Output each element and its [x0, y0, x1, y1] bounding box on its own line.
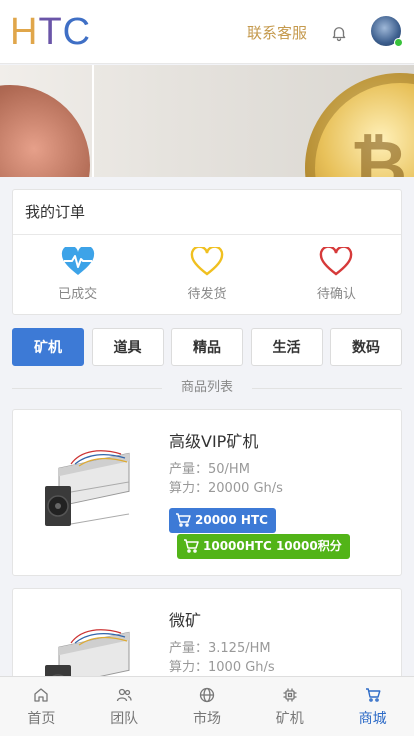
order-pending-shipment[interactable]: 待发货 — [142, 235, 271, 315]
tab-digital[interactable]: 数码 — [330, 328, 402, 366]
heart-outline-icon — [190, 247, 224, 276]
copper-coin-image — [0, 85, 90, 177]
bitcoin-symbol-icon: ₿ — [350, 125, 408, 177]
nav-market[interactable]: 市场 — [166, 677, 249, 736]
app-header: HTC 联系客服 — [0, 0, 414, 64]
tab-miner[interactable]: 矿机 — [12, 328, 84, 366]
product-name: 微矿 — [169, 611, 202, 630]
nav-home[interactable]: 首页 — [0, 677, 83, 736]
heart-outline-icon — [320, 247, 353, 276]
bitcoin-banner[interactable]: ₿ — [0, 65, 414, 177]
buy-with-points-button[interactable]: 10000HTC 10000积分 — [177, 534, 350, 559]
product-name: 高级VIP矿机 — [169, 432, 259, 451]
miner-icon — [283, 688, 297, 702]
cart-icon — [184, 538, 199, 553]
product-output: 产量：3.125/HM — [169, 641, 271, 656]
buy-with-htc-button[interactable]: 20000 HTC — [169, 508, 276, 533]
product-output: 产量：50/HM — [169, 462, 250, 477]
htc-logo[interactable]: HTC — [10, 12, 91, 52]
product-hashrate: 算力：1000 Gh/s — [169, 660, 275, 675]
cart-icon — [365, 688, 381, 702]
order-pending-confirm[interactable]: 待确认 — [272, 235, 401, 315]
online-status-dot — [394, 38, 403, 47]
cart-icon — [176, 512, 191, 527]
nav-miner[interactable]: 矿机 — [248, 677, 331, 736]
order-completed[interactable]: 已成交 — [13, 235, 142, 315]
tab-life[interactable]: 生活 — [250, 328, 323, 366]
nav-mall[interactable]: 商城 — [331, 677, 414, 736]
category-tabs: 矿机 道具 精品 生活 数码 — [12, 328, 402, 366]
bell-icon[interactable] — [330, 24, 348, 42]
home-icon — [34, 688, 49, 702]
product-card[interactable]: 高级VIP矿机 产量：50/HM 算力：20000 Gh/s 20000 HTC… — [12, 409, 402, 576]
team-icon — [117, 688, 132, 702]
globe-icon — [199, 687, 215, 703]
heartbeat-icon — [61, 247, 94, 275]
tab-boutique[interactable]: 精品 — [171, 328, 243, 366]
asic-miner-image — [45, 450, 130, 526]
product-hashrate: 算力：20000 Gh/s — [169, 481, 283, 496]
contact-service-link[interactable]: 联系客服 — [247, 22, 307, 43]
my-orders-card: 我的订单 已成交 待发货 待确认 — [12, 189, 402, 315]
product-list-heading: 商品列表 — [12, 378, 402, 398]
avatar[interactable] — [371, 16, 403, 47]
bottom-nav: 首页 团队 市场 矿机 商城 — [0, 676, 414, 736]
my-orders-title: 我的订单 — [13, 190, 401, 235]
tab-props[interactable]: 道具 — [91, 328, 164, 366]
nav-team[interactable]: 团队 — [83, 677, 166, 736]
